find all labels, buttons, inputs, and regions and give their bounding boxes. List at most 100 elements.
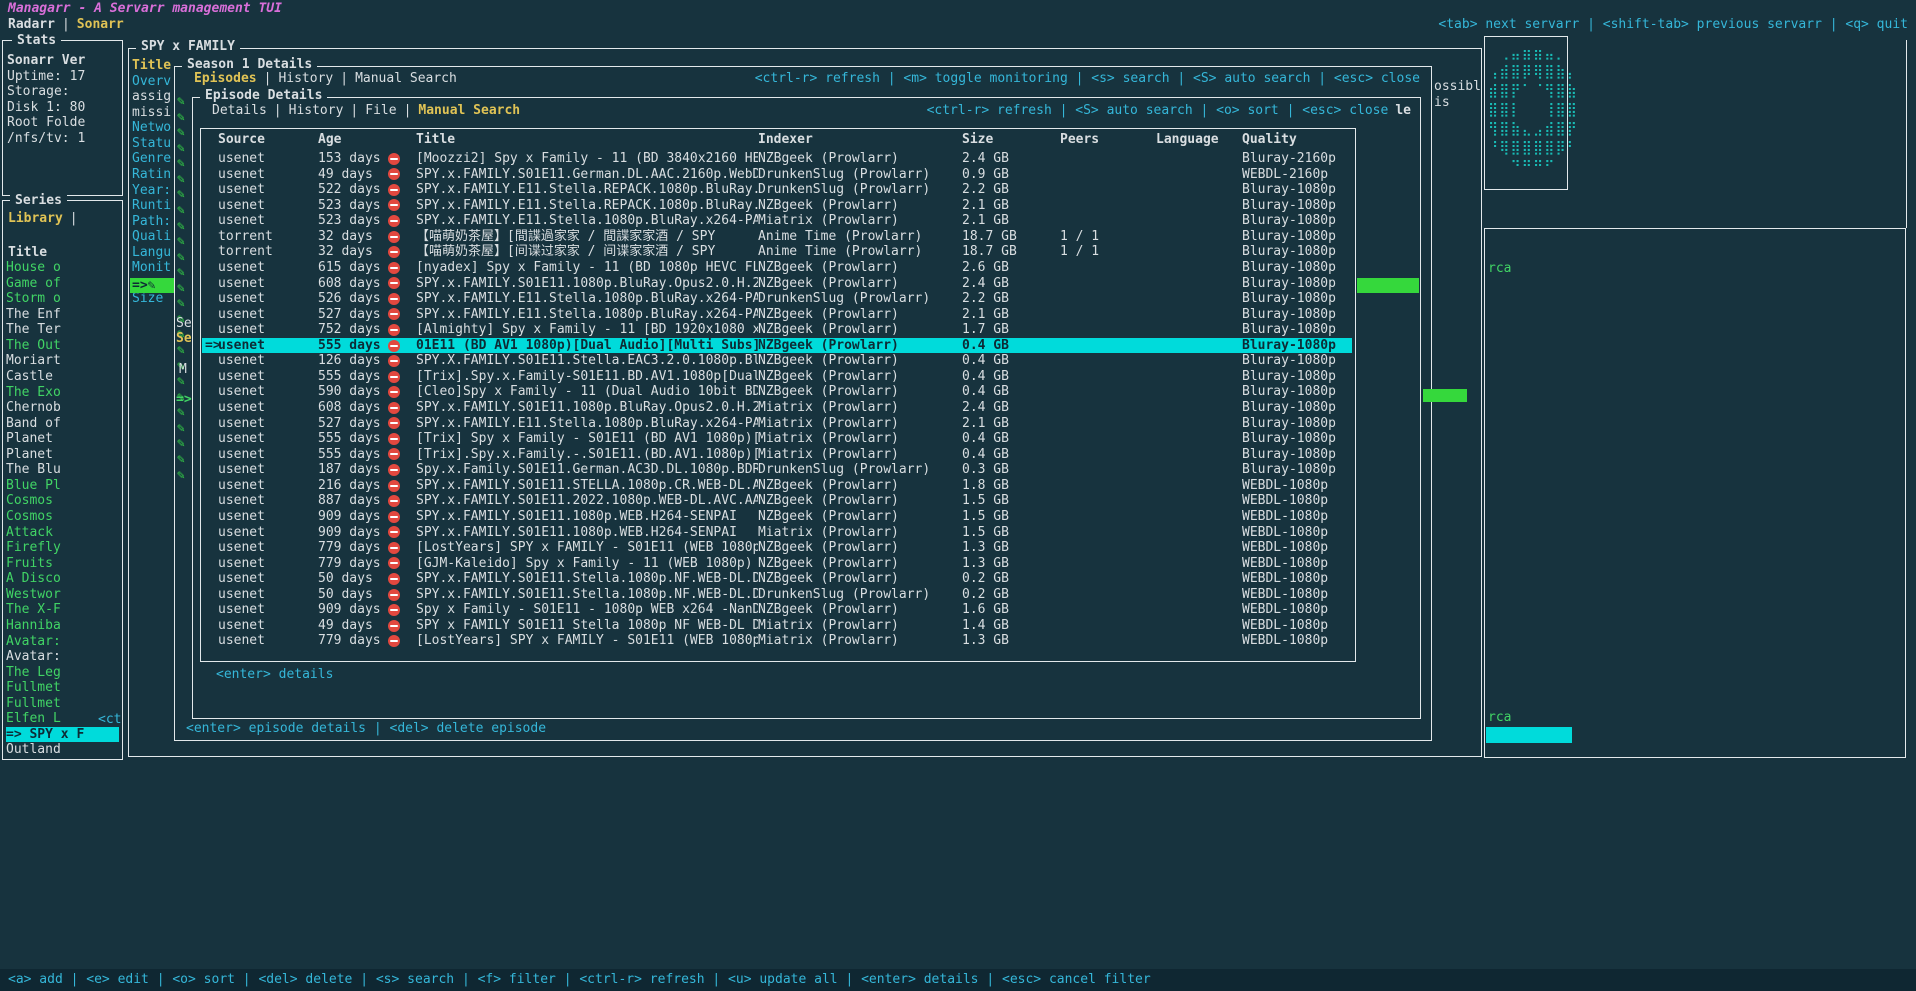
series-list-item[interactable]: Blue Pl xyxy=(6,478,119,494)
cell-title: SPY.x.FAMILY.S01E11.Stella.1080p.NF.WEB-… xyxy=(416,571,758,587)
cell-age: 779 days xyxy=(318,540,388,556)
series-list-item[interactable]: Storm o xyxy=(6,291,119,307)
table-row[interactable]: usenet909 daysSPY.x.FAMILY.S01E11.1080p.… xyxy=(202,525,1352,541)
tab-manual-search[interactable]: Manual Search xyxy=(418,103,520,119)
cell-peers xyxy=(1060,384,1156,400)
table-row[interactable]: usenet555 days[Trix].Spy.x.Family.-.S01E… xyxy=(202,447,1352,463)
table-row[interactable]: usenet590 days[Cleo]Spy x Family - 11 (D… xyxy=(202,384,1352,400)
header-pad xyxy=(202,132,218,148)
series-list-item[interactable]: The Out xyxy=(6,338,119,354)
cell-size: 2.1 GB xyxy=(962,307,1060,323)
tab-file[interactable]: File xyxy=(365,103,396,119)
cell-title: SPY.x.FAMILY.S01E11.1080p.WEB.H264-SENPA… xyxy=(416,509,758,525)
cell-title: SPY.x.FAMILY.E11.Stella.1080p.BluRay.x26… xyxy=(416,291,758,307)
series-list-item[interactable]: Game of xyxy=(6,276,119,292)
table-row[interactable]: usenet752 days[Almighty] Spy x Family - … xyxy=(202,322,1352,338)
series-list-item[interactable]: Fullmet xyxy=(6,696,119,712)
series-list-item[interactable]: => SPY x F xyxy=(6,727,119,743)
tab-details[interactable]: Details xyxy=(212,103,267,119)
table-row[interactable]: usenet526 daysSPY.x.FAMILY.E11.Stella.10… xyxy=(202,291,1352,307)
series-list-item[interactable]: Castle xyxy=(6,369,119,385)
table-row[interactable]: usenet608 daysSPY.x.FAMILY.S01E11.1080p.… xyxy=(202,400,1352,416)
series-list-item[interactable]: Westwor xyxy=(6,587,119,603)
cell-age: 216 days xyxy=(318,478,388,494)
series-list-item[interactable]: Avatar: xyxy=(6,649,119,665)
table-row[interactable]: usenet126 daysSPY.X.FAMILY.S01E11.Stella… xyxy=(202,353,1352,369)
series-list-item[interactable]: Outland xyxy=(6,742,119,758)
cell-reject xyxy=(388,509,416,525)
series-list-item[interactable]: The Leg xyxy=(6,665,119,681)
table-row[interactable]: usenet49 daysSPY x FAMILY S01E11 Stella … xyxy=(202,618,1352,634)
cell-age: 527 days xyxy=(318,307,388,323)
table-row[interactable]: usenet153 days[Moozzi2] Spy x Family - 1… xyxy=(202,151,1352,167)
series-list-item[interactable]: Band of xyxy=(6,416,119,432)
series-field-label: Quali xyxy=(132,229,176,245)
table-row[interactable]: usenet909 daysSpy x Family - S01E11 - 10… xyxy=(202,602,1352,618)
table-row[interactable]: usenet50 daysSPY.x.FAMILY.S01E11.Stella.… xyxy=(202,571,1352,587)
table-row[interactable]: usenet523 daysSPY.x.FAMILY.E11.Stella.10… xyxy=(202,213,1352,229)
tab-episodes[interactable]: Episodes xyxy=(194,71,257,87)
table-row[interactable]: usenet527 daysSPY.x.FAMILY.E11.Stella.10… xyxy=(202,416,1352,432)
cell-title: SPY x FAMILY S01E11 Stella 1080p NF WEB-… xyxy=(416,618,758,634)
cell-source: usenet xyxy=(218,369,318,385)
table-row[interactable]: torrent32 days【喵萌奶茶屋】[间谍过家家 / 间谍家家酒 / SP… xyxy=(202,244,1352,260)
table-row[interactable]: usenet608 daysSPY.x.FAMILY.S01E11.1080p.… xyxy=(202,276,1352,292)
table-row[interactable]: usenet523 daysSPY.x.FAMILY.E11.Stella.RE… xyxy=(202,198,1352,214)
series-list-item[interactable]: Fullmet xyxy=(6,680,119,696)
table-row[interactable]: usenet187 daysSpy.x.Family.S01E11.German… xyxy=(202,462,1352,478)
series-list-item[interactable]: The X-F xyxy=(6,602,119,618)
series-list-item[interactable]: Moriart xyxy=(6,353,119,369)
series-list-item[interactable]: The Blu xyxy=(6,462,119,478)
tab-history[interactable]: History xyxy=(289,103,344,119)
series-list-item[interactable]: Firefly xyxy=(6,540,119,556)
series-list-item[interactable]: Cosmos xyxy=(6,509,119,525)
tab-sonarr[interactable]: Sonarr xyxy=(77,17,124,33)
table-row[interactable]: =>usenet555 days01E11 (BD AV1 1080p)[Dua… xyxy=(202,338,1352,354)
cell-title: [LostYears] SPY x FAMILY - S01E11 (WEB 1… xyxy=(416,540,758,556)
cell-age: 555 days xyxy=(318,447,388,463)
series-details-window-title: SPY x FAMILY xyxy=(136,39,240,55)
cell-size: 0.9 GB xyxy=(962,167,1060,183)
cell-age: 555 days xyxy=(318,431,388,447)
table-row[interactable]: usenet522 daysSPY.x.FAMILY.E11.Stella.RE… xyxy=(202,182,1352,198)
tab-library[interactable]: Library xyxy=(8,211,63,227)
series-list-item[interactable]: House o xyxy=(6,260,119,276)
table-row[interactable]: usenet216 daysSPY.x.FAMILY.S01E11.STELLA… xyxy=(202,478,1352,494)
series-list-item[interactable]: Hanniba xyxy=(6,618,119,634)
series-list-item[interactable]: Cosmos xyxy=(6,493,119,509)
series-list-item[interactable]: Chernob xyxy=(6,400,119,416)
cell-peers: 1 / 1 xyxy=(1060,244,1156,260)
cell-language xyxy=(1156,602,1242,618)
table-row[interactable]: torrent32 days【喵萌奶茶屋】[間諜過家家 / 間諜家家酒 / SP… xyxy=(202,229,1352,245)
table-row[interactable]: usenet50 daysSPY.x.FAMILY.S01E11.Stella.… xyxy=(202,587,1352,603)
series-list-item[interactable]: Planet xyxy=(6,447,119,463)
table-row[interactable]: usenet615 days[nyadex] Spy x Family - 11… xyxy=(202,260,1352,276)
series-list-item[interactable]: A Disco xyxy=(6,571,119,587)
series-list-item[interactable]: Planet xyxy=(6,431,119,447)
table-row[interactable]: usenet779 days[GJM-Kaleido] Spy x Family… xyxy=(202,556,1352,572)
table-row[interactable]: usenet555 days[Trix].Spy.x.Family-S01E11… xyxy=(202,369,1352,385)
table-row[interactable]: usenet49 daysSPY.x.FAMILY.S01E11.German.… xyxy=(202,167,1352,183)
series-list-item[interactable]: The Exo xyxy=(6,385,119,401)
tab-manual-search[interactable]: Manual Search xyxy=(355,71,457,87)
tab-history[interactable]: History xyxy=(278,71,333,87)
series-list-item[interactable]: Fruits xyxy=(6,556,119,572)
cell-indexer: NZBgeek (Prowlarr) xyxy=(758,307,962,323)
table-row[interactable]: usenet779 days[LostYears] SPY x FAMILY -… xyxy=(202,633,1352,649)
cell-indexer: Miatrix (Prowlarr) xyxy=(758,633,962,649)
series-list-item[interactable]: Attack xyxy=(6,525,119,541)
table-row[interactable]: usenet909 daysSPY.x.FAMILY.S01E11.1080p.… xyxy=(202,509,1352,525)
cell-source: usenet xyxy=(218,167,318,183)
tab-radarr[interactable]: Radarr xyxy=(8,17,55,33)
series-list-item[interactable]: The Ter xyxy=(6,322,119,338)
cell-title: [Trix].Spy.x.Family-S01E11.BD.AV1.1080p[… xyxy=(416,369,758,385)
table-row[interactable]: usenet527 daysSPY.x.FAMILY.E11.Stella.10… xyxy=(202,307,1352,323)
occluded-text-fragment: le xyxy=(1388,103,1411,119)
table-row[interactable]: usenet887 daysSPY.x.FAMILY.S01E11.2022.1… xyxy=(202,493,1352,509)
series-list-item[interactable]: Avatar: xyxy=(6,634,119,650)
table-row[interactable]: usenet555 days[Trix] Spy x Family - S01E… xyxy=(202,431,1352,447)
logo-dots-row: ⠘⢿⣿⣿⣿⣿⡿⠃ xyxy=(1488,139,1578,158)
cell-source: usenet xyxy=(218,431,318,447)
series-list-item[interactable]: The Enf xyxy=(6,307,119,323)
table-row[interactable]: usenet779 days[LostYears] SPY x FAMILY -… xyxy=(202,540,1352,556)
